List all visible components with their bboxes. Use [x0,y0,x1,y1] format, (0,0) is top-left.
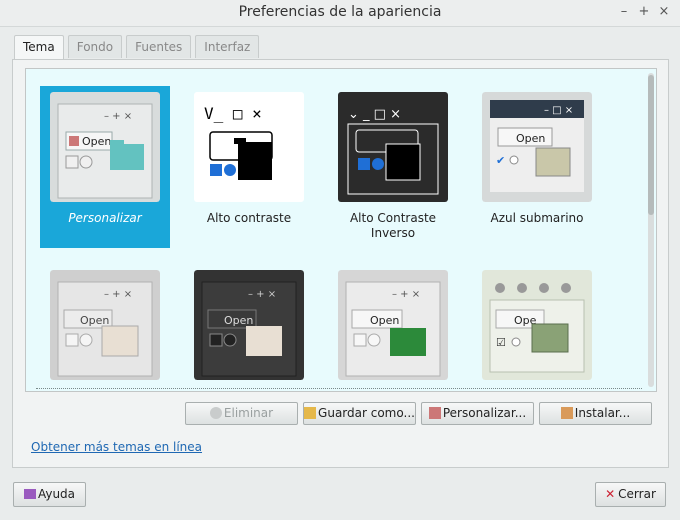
delete-icon [209,407,222,419]
theme-preview-8: Ope ☑ [482,270,592,380]
preview-open-label: Open [80,314,109,327]
help-button[interactable]: Ayuda [13,482,86,507]
tema-panel: – + × Open Personalizar V_ □ × Alto cont… [12,59,669,468]
theme-tile-8[interactable]: Ope ☑ [472,264,602,391]
tab-fuentes[interactable]: Fuentes [126,35,192,58]
guardar-como-button[interactable]: Guardar como... [303,402,416,425]
customize-icon [428,407,441,419]
theme-tile-personalizar[interactable]: – + × Open Personalizar [40,86,170,248]
window-title: Preferencias de la apariencia [238,4,442,20]
preview-open-label: Open [516,132,545,145]
more-themes-link[interactable]: Obtener más temas en línea [31,440,202,454]
preview-open-label: Open [224,314,253,327]
preview-open-label: Open [370,314,399,327]
close-icon: ✕ [605,487,616,501]
title-bar: Preferencias de la apariencia – + × [0,0,680,27]
theme-tile-7[interactable]: – + × Open [328,264,458,391]
grid-bottom-divider [36,388,642,389]
svg-text:V_ □ ×: V_ □ × [204,104,262,123]
help-icon [23,489,36,499]
theme-tile-5[interactable]: – + × Open [40,264,170,391]
personalizar-button[interactable]: Personalizar... [421,402,534,425]
tab-bar: Tema Fondo Fuentes Interfaz [14,35,263,59]
theme-tile-6[interactable]: – + × Open [184,264,314,391]
theme-tile-alto-contraste[interactable]: V_ □ × Alto contraste [184,86,314,248]
theme-name: Personalizar [68,211,142,225]
save-icon [304,407,317,419]
svg-text:☑: ☑ [496,336,506,349]
theme-name: Alto contraste [206,211,292,225]
preview-open-label: Open [82,135,111,148]
eliminar-button[interactable]: Eliminar [185,402,298,425]
svg-text:– + ×: – + × [392,289,420,300]
svg-text:– + ×: – + × [104,289,132,300]
theme-preview-6: – + × Open [194,270,304,380]
theme-preview-7: – + × Open [338,270,448,380]
theme-preview-5: – + × Open [50,270,160,380]
scrollbar-thumb[interactable] [648,75,654,215]
svg-text:⌄ _ □ ×: ⌄ _ □ × [348,107,401,122]
close-window-button[interactable]: × [658,5,670,19]
tab-fondo[interactable]: Fondo [67,35,123,58]
theme-preview-alto-contraste-inverso: ⌄ _ □ × [338,92,448,202]
theme-preview-alto-contraste: V_ □ × [194,92,304,202]
minimize-button[interactable]: – [618,5,630,19]
theme-tile-azul-submarino[interactable]: – □ × Open ✔ Azul submarino [472,86,602,248]
install-icon [560,407,573,419]
svg-text:✔: ✔ [496,154,505,167]
theme-name: Alto Contraste Inverso [349,211,437,240]
theme-grid: – + × Open Personalizar V_ □ × Alto cont… [25,68,657,392]
tab-interfaz[interactable]: Interfaz [195,35,260,58]
svg-text:– + ×: – + × [248,289,276,300]
theme-grid-scrollbar[interactable] [648,73,654,387]
theme-name: Azul submarino [490,211,584,225]
theme-preview-azul-submarino: – □ × Open ✔ [482,92,592,202]
theme-tile-alto-contraste-inverso[interactable]: ⌄ _ □ × Alto Contraste Inverso [328,86,458,248]
svg-text:– □ ×: – □ × [544,105,573,116]
tab-tema[interactable]: Tema [14,35,64,59]
svg-text:– + ×: – + × [104,111,132,122]
instalar-button[interactable]: Instalar... [539,402,652,425]
close-button[interactable]: ✕ Cerrar [595,482,666,507]
maximize-button[interactable]: + [638,5,650,19]
theme-preview-personalizar: – + × Open [50,92,160,202]
